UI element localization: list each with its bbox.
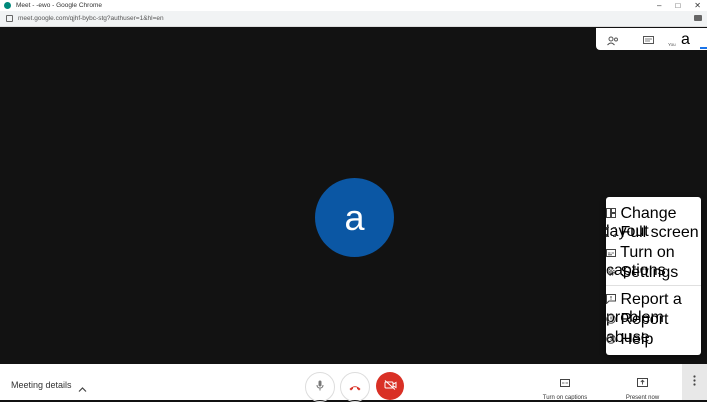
menu-item-full-screen[interactable]: Full screen: [606, 224, 699, 242]
layout-icon: [606, 205, 616, 222]
present-screen-icon: [637, 374, 648, 391]
captions-icon: [606, 244, 616, 261]
meeting-details-button[interactable]: Meeting details: [11, 380, 72, 390]
gear-icon: [606, 264, 616, 281]
help-icon: [606, 331, 616, 348]
captions-label: Turn on captions: [542, 395, 588, 401]
present-now-label: Present now: [625, 395, 660, 401]
chat-icon[interactable]: [643, 33, 655, 45]
browser-titlebar: Meet - -ewo - Google Chrome – □ ✕: [0, 0, 707, 11]
menu-item-label: Settings: [620, 264, 679, 281]
menu-item-settings[interactable]: Settings: [606, 264, 678, 282]
microphone-icon: [316, 378, 324, 396]
microphone-button[interactable]: [305, 372, 335, 402]
camera-permission-icon[interactable]: [694, 15, 702, 21]
address-bar[interactable]: meet.google.com/qjhf-bybc-stg?authuser=1…: [0, 11, 707, 27]
menu-item-help[interactable]: Help: [606, 331, 653, 349]
participant-avatar-letter: a: [344, 196, 365, 238]
close-icon[interactable]: ✕: [694, 1, 701, 10]
more-vert-icon: [693, 373, 696, 391]
self-avatar[interactable]: a: [681, 31, 690, 49]
active-tab-indicator: [700, 47, 707, 49]
url-text[interactable]: meet.google.com/qjhf-bybc-stg?authuser=1…: [18, 15, 164, 22]
captions-button[interactable]: Turn on captions: [536, 374, 594, 401]
you-label: You: [668, 42, 676, 47]
meet-favicon-icon: [4, 2, 11, 9]
feedback-icon: [606, 291, 616, 308]
camera-off-icon: [384, 377, 397, 395]
present-now-button[interactable]: Present now: [620, 374, 665, 401]
maximize-icon[interactable]: □: [675, 1, 680, 10]
fullscreen-icon: [606, 224, 616, 241]
more-options-button[interactable]: [682, 364, 707, 400]
menu-item-label: Help: [620, 331, 654, 348]
window-controls: – □ ✕: [657, 0, 701, 11]
minimize-icon[interactable]: –: [657, 1, 661, 10]
window-title: Meet - -ewo - Google Chrome: [16, 2, 102, 9]
camera-button[interactable]: [376, 372, 404, 400]
self-avatar-letter: a: [681, 31, 690, 48]
menu-item-label: Full screen: [620, 224, 699, 241]
hang-up-icon: [349, 378, 361, 396]
captions-icon: [560, 374, 570, 391]
participant-avatar: a: [315, 178, 394, 257]
people-icon[interactable]: [607, 33, 619, 46]
end-call-button[interactable]: [340, 372, 370, 402]
menu-divider: [606, 285, 701, 286]
chevron-up-icon[interactable]: [78, 380, 87, 398]
lock-icon[interactable]: [6, 15, 13, 22]
warning-icon: [606, 311, 616, 328]
